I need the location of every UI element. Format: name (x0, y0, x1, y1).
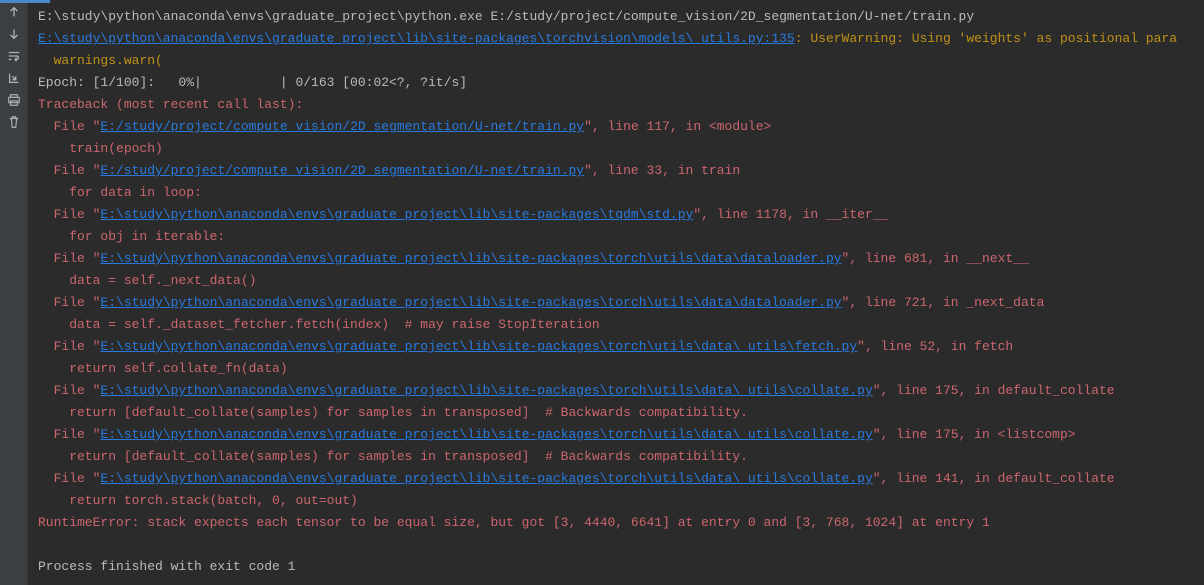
console-line: return torch.stack(batch, 0, out=out) (38, 490, 1194, 512)
console-line: File "E:/study/project/compute_vision/2D… (38, 160, 1194, 182)
console-text: ", line 1178, in __iter__ (693, 207, 888, 222)
console-text: ", line 175, in <listcomp> (873, 427, 1076, 442)
console-line: data = self._dataset_fetcher.fetch(index… (38, 314, 1194, 336)
console-line: File "E:\study\python\anaconda\envs\grad… (38, 468, 1194, 490)
console-text: File " (38, 163, 100, 178)
console-text: File " (38, 295, 100, 310)
file-link[interactable]: E:/study/project/compute_vision/2D_segme… (100, 163, 584, 178)
console-text: ", line 721, in _next_data (842, 295, 1045, 310)
file-link[interactable]: E:\study\python\anaconda\envs\graduate_p… (100, 207, 693, 222)
file-link[interactable]: E:\study\python\anaconda\envs\graduate_p… (100, 427, 872, 442)
console-line: Epoch: [1/100]: 0%| | 0/163 [00:02<?, ?i… (38, 72, 1194, 94)
arrow-up-icon[interactable] (6, 4, 22, 20)
console-text: File " (38, 119, 100, 134)
console-text: File " (38, 383, 100, 398)
console-text: ", line 681, in __next__ (842, 251, 1029, 266)
console-text: warnings.warn( (38, 53, 163, 68)
file-link[interactable]: E:\study\python\anaconda\envs\graduate_p… (100, 339, 857, 354)
console-line: return self.collate_fn(data) (38, 358, 1194, 380)
console-line: data = self._next_data() (38, 270, 1194, 292)
console-text: File " (38, 471, 100, 486)
console-text: ", line 141, in default_collate (873, 471, 1115, 486)
console-text: train(epoch) (38, 141, 163, 156)
console-line: for obj in iterable: (38, 226, 1194, 248)
console-text: return torch.stack(batch, 0, out=out) (38, 493, 358, 508)
console-line: File "E:\study\python\anaconda\envs\grad… (38, 248, 1194, 270)
console-text: return [default_collate(samples) for sam… (38, 449, 748, 464)
console-text: File " (38, 207, 100, 222)
console-line: for data in loop: (38, 182, 1194, 204)
console-line: File "E:\study\python\anaconda\envs\grad… (38, 424, 1194, 446)
console-line: return [default_collate(samples) for sam… (38, 446, 1194, 468)
console-text: : UserWarning: Using 'weights' as positi… (795, 31, 1177, 46)
console-text: RuntimeError: stack expects each tensor … (38, 515, 990, 530)
console-text: ", line 117, in <module> (584, 119, 771, 134)
console-text: E:\study\python\anaconda\envs\graduate_p… (38, 9, 974, 24)
console-text: File " (38, 339, 100, 354)
console-text: File " (38, 427, 100, 442)
file-link[interactable]: E:\study\python\anaconda\envs\graduate_p… (100, 251, 841, 266)
console-line: File "E:\study\python\anaconda\envs\grad… (38, 292, 1194, 314)
console-text: return self.collate_fn(data) (38, 361, 288, 376)
console-text: ", line 175, in default_collate (873, 383, 1115, 398)
console-line (38, 534, 1194, 556)
console-line: warnings.warn( (38, 50, 1194, 72)
console-line: File "E:\study\python\anaconda\envs\grad… (38, 336, 1194, 358)
print-icon[interactable] (6, 92, 22, 108)
soft-wrap-icon[interactable] (6, 48, 22, 64)
console-gutter (0, 0, 28, 585)
console-line: train(epoch) (38, 138, 1194, 160)
console-text: for data in loop: (38, 185, 202, 200)
scroll-to-end-icon[interactable] (6, 70, 22, 86)
console-text: ", line 52, in fetch (857, 339, 1013, 354)
console-line: File "E:/study/project/compute_vision/2D… (38, 116, 1194, 138)
console-text: Process finished with exit code 1 (38, 559, 295, 574)
console-line: Traceback (most recent call last): (38, 94, 1194, 116)
console-text: data = self._dataset_fetcher.fetch(index… (38, 317, 600, 332)
tab-accent (0, 0, 50, 3)
file-link[interactable]: E:\study\python\anaconda\envs\graduate_p… (100, 383, 872, 398)
console-line: return [default_collate(samples) for sam… (38, 402, 1194, 424)
console-output[interactable]: E:\study\python\anaconda\envs\graduate_p… (28, 0, 1204, 585)
console-text: File " (38, 251, 100, 266)
console-line: E:\study\python\anaconda\envs\graduate_p… (38, 28, 1194, 50)
console-line: File "E:\study\python\anaconda\envs\grad… (38, 204, 1194, 226)
file-link[interactable]: E:/study/project/compute_vision/2D_segme… (100, 119, 584, 134)
file-link[interactable]: E:\study\python\anaconda\envs\graduate_p… (100, 471, 872, 486)
file-link[interactable]: E:\study\python\anaconda\envs\graduate_p… (100, 295, 841, 310)
file-link[interactable]: E:\study\python\anaconda\envs\graduate_p… (38, 31, 795, 46)
console-line: File "E:\study\python\anaconda\envs\grad… (38, 380, 1194, 402)
console-text: return [default_collate(samples) for sam… (38, 405, 748, 420)
console-line: Process finished with exit code 1 (38, 556, 1194, 578)
console-text: Epoch: [1/100]: 0%| | 0/163 [00:02<?, ?i… (38, 75, 467, 90)
console-line: RuntimeError: stack expects each tensor … (38, 512, 1194, 534)
arrow-down-icon[interactable] (6, 26, 22, 42)
console-text: for obj in iterable: (38, 229, 225, 244)
console-text: data = self._next_data() (38, 273, 256, 288)
console-text: ", line 33, in train (584, 163, 740, 178)
console-text: Traceback (most recent call last): (38, 97, 303, 112)
trash-icon[interactable] (6, 114, 22, 130)
console-line: E:\study\python\anaconda\envs\graduate_p… (38, 6, 1194, 28)
